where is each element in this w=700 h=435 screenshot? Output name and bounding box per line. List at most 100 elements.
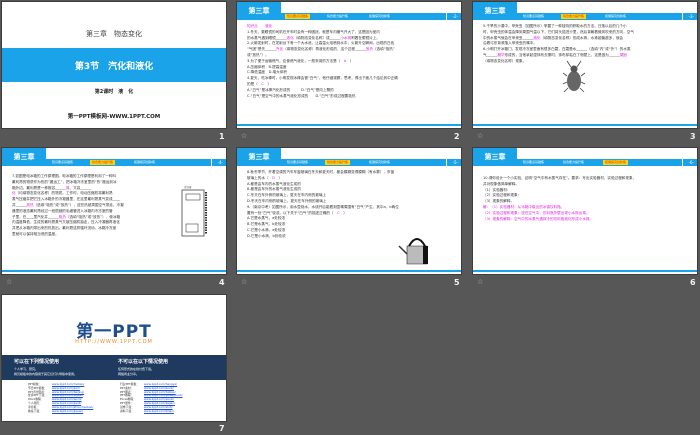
question-text: （选填“吸热” (372, 47, 395, 52)
footer-bar (473, 270, 697, 272)
can-use-item: 个人学习、研究。 (14, 367, 39, 371)
nav-tab[interactable]: 综合能力提升练 (325, 160, 351, 165)
chapter-tab: 第三章 (237, 2, 281, 20)
question-text: 9.（南京中考）如图所示，用水壶烧水，水烧开后能看到壶嘴周围有“白气”产生，其中… (247, 204, 399, 209)
nav-tab[interactable]: 知识要点基础练 (521, 160, 546, 165)
answer-text: 液化 (286, 35, 294, 40)
question-text: 氟利昂的物质作为热的“搬运工”，把冰箱冷冻室里的“热”搬运到冰 (12, 179, 117, 184)
question-text: A.它是水蒸气，a处较浓 (247, 216, 286, 221)
cannot-use-title: 不可以在以下情况使用 (118, 359, 169, 365)
question-text: 置有一处“白气”较浓。以下关于“白气”的描述正确的（ (247, 210, 338, 215)
nav-tab[interactable]: 知识要点基础练 (285, 160, 310, 165)
slide-thumbnail-6[interactable]: 第三章 知识要点基础练 综合能力提升练 拓展探究创新练 -6- 10.请你设计一个小实验… (473, 148, 697, 274)
nav-tab[interactable]: 综合能力提升练 (561, 14, 587, 19)
slide-thumbnail-5[interactable]: 第三章 知识要点基础练 综合能力提升练 拓展探究创新练 -5- 8.秋冬季节，开着空调的汽… (237, 148, 461, 274)
nav-tab[interactable]: 综合能力提升练 (325, 14, 350, 19)
chapter-tab: 第三章 (2, 148, 46, 166)
link-label: 教案下载： (28, 408, 42, 413)
link[interactable]: www.1ppt.com/ziliao/ (144, 409, 174, 413)
link[interactable]: www.1ppt.com/jiaoan/ (52, 409, 83, 413)
link-list-right: 行业PPT模板： www.1ppt.com/hangye/PPT素材： www.1p… (120, 382, 182, 413)
question-text: 并把从冰箱内带出来的热放出。氟利昂这样循环流动，冰箱冷冻室 (12, 226, 117, 231)
question-text: 2.火箭发射时，在发射台下有一个大水池，让高温火焰喷到水中，火箭升空瞬间，出现的… (247, 41, 395, 46)
nav-tab[interactable]: 拓展探究创新练 (367, 14, 392, 19)
slide-body: 8.秋冬季节，开着空调的汽车车窗玻璃在冬天和夏天时，都会模糊变得模糊（有水雾），… (247, 170, 453, 240)
text-line: 里就可以保持相当低的温度。 (12, 232, 166, 238)
fridge-diagram: 冷冻室 (181, 185, 207, 237)
question-text: 10.请你设计一个小实验，证明“空气中有水蒸气存在”。要求：写出实验器材、实验过… (483, 176, 637, 180)
question-text: （选填“吸热”或“放热”），这些热被周围空气带走。冷凝 (33, 202, 124, 207)
answer-text: 凝华 (497, 52, 505, 57)
nav-tab[interactable]: 综合能力提升练 (90, 160, 116, 165)
animation-icon: ☆ (241, 278, 248, 286)
answer-text: 放热 (365, 47, 373, 52)
nav-tab[interactable]: 知识要点基础练 (50, 160, 75, 165)
answer-text: （2）实验过程和现象：放在空气中，饮料瓶外壁出现小水珠出现。 (483, 210, 590, 215)
slide-number: 7 (219, 424, 225, 433)
nav-tab[interactable]: 知识要点基础练 (285, 14, 311, 19)
question-text: （3）现象的解释。 (483, 199, 515, 204)
slide-thumbnail-7[interactable]: 第一PPT HTTP://WWW.1PPT.COM 可以在下列情况使用 个人学习… (2, 295, 226, 421)
slide-thumbnail-3[interactable]: 第三章 知识要点基础练 综合能力提升练 拓展探究创新练 -3- 5.干旱的沙漠中，甲壳虫（… (473, 2, 697, 128)
question-text: ，又容______ (69, 185, 92, 190)
slide-thumbnail-2[interactable]: 第三章 知识要点基础练 综合能力提升练 拓展探究创新练 -2- 知识点 液化 1.冬天，戴眼… (237, 2, 461, 128)
question-text: （填物态变化名称）再液化形成的，这个过程______ (283, 47, 366, 52)
answer-text: 小水珠 (340, 35, 352, 40)
text-line: C.“白气”是空气中的水蒸气液化形成的 D.“白气”形成过程要吸热 (247, 94, 453, 100)
nav-tab[interactable]: 拓展探究创新练 (603, 160, 629, 165)
question-text: ） (346, 58, 354, 63)
animation-icon: ☆ (477, 278, 484, 286)
animation-icon: ☆ (477, 132, 484, 140)
question-text: 里就可以保持相当低的温度。 (12, 231, 59, 236)
question-text: 气______ (483, 52, 498, 57)
question-text: （填物态变化名称）成______ (293, 35, 341, 40)
cannot-use-item: 网络商业分享。 (118, 372, 140, 376)
question-text: C.它是小水滴，a处较浓 (247, 227, 286, 232)
animation-icon: ☆ (6, 278, 13, 286)
question-text: 蒸气压缩并把它压入冰箱外的冷凝器里，在这里氟利昂蒸气变成____ (12, 197, 120, 202)
lesson-title: 第2课时 液 化 (94, 89, 134, 95)
nav-tab[interactable]: 拓展探究创新练 (132, 160, 157, 165)
answer-text: 汽化 (275, 47, 284, 52)
nav-tab[interactable]: 综合能力提升练 (561, 160, 586, 165)
question-text: 并对现象做简单解释。 (483, 181, 519, 186)
question-text: 沿着弓形背滚落入甲壳虫的嘴中。 (483, 41, 537, 46)
footer-bar (237, 124, 461, 126)
slide-body: 5.干旱的沙漠中，甲壳虫（如图所示）掌握了一种独特的获取水的方法。日落以后的几个… (483, 24, 689, 65)
usage-band: 可以在下列情况使用 个人学习、研究。 拷贝模板中的内容用于其它幻灯片母版中使用。… (2, 355, 226, 380)
question-text: 7.如图是电冰箱的工作原理图。电冰箱的工作原理是利用了一种叫 (12, 174, 117, 178)
slide-number: 2 (454, 132, 460, 141)
question-text: 8.秋冬季节，开着空调的汽车车窗玻璃在冬天和夏天时，都会模糊变得模糊（有水雾），… (247, 170, 395, 174)
question-text: 并______ (12, 202, 27, 207)
slide-number: 3 (690, 132, 696, 141)
nav-tab[interactable]: 拓展探究创新练 (367, 160, 392, 165)
question-text: “气团”是先______ (247, 47, 276, 52)
page-indicator: -3- (681, 13, 694, 20)
question-text: 3.为了便于运输燃气，应使燃气液化，一般采用的方法是（ (247, 58, 344, 63)
question-text: D.它是小水滴，b处较浓 (247, 233, 286, 238)
question-text: 的水蒸气遇到眼镜______ (247, 35, 287, 40)
nav-tab[interactable]: 知识要点基础练 (521, 14, 546, 19)
question-text: （填物态变化名称）形成水珠，水珠越聚越多，就会 (540, 35, 624, 40)
page-indicator: -6- (681, 159, 694, 166)
text-line: （3）现象的解释：空气中的水蒸气遇到冷的饮料瓶液化形成小水珠。 (483, 217, 689, 223)
question-text: C.“白气”是空气中的水蒸气液化形成的 D.“白气”形成过程要吸热 (247, 93, 356, 98)
question-text: 5.干旱的沙漠中，甲壳虫（如图所示）掌握了一种独特的获取水的方法。日落以后的几个… (483, 24, 627, 28)
question-text: D.冬天在车内侧的玻璃上，夏天在车外侧的玻璃上 (247, 198, 327, 203)
answer-text: 放热 (26, 202, 34, 207)
question-text: 4.夏天，吃冰棒时，小明发现冰棒会冒“白气”，他仔细观察，思考，得出下面几个结论… (247, 76, 398, 81)
question-text: 子里，在____里汽化并______ (12, 214, 59, 219)
question-text: ） (263, 81, 272, 86)
question-text: 1.冬天，戴眼镜的司机在开车时会有一种困扰，就是车内暖气开大了，这是因为室内 (247, 29, 380, 34)
slide-body: 知识点 液化 1.冬天，戴眼镜的司机在开车时会有一种困扰，就是车内暖气开大了，这是… (247, 24, 453, 99)
page-indicator: -2- (445, 13, 458, 20)
nav-tab[interactable]: 拓展探究创新练 (603, 14, 628, 19)
animation-icon: ☆ (241, 132, 248, 140)
slide-thumbnail-1[interactable]: 第三章 物态变化 第3节 汽化和液化 第2课时 液 化 第一PPT模板网-WWW… (2, 2, 226, 128)
question-text: A.“白气”是冰棒汽化形成的 D.“白气”是向上飘的 (247, 87, 334, 92)
slide-number: 6 (690, 278, 696, 287)
question-text: C.冬天在车外侧的玻璃上，夏天在车内侧的玻璃上 (247, 193, 327, 198)
answer-text: 吸热 (58, 214, 66, 219)
footer-bar (2, 270, 226, 272)
slide-thumbnail-4[interactable]: 第三章 知识要点基础练 综合能力提升练 拓展探究创新练 -4- 7.如图是电冰箱的工作原理… (2, 148, 226, 274)
